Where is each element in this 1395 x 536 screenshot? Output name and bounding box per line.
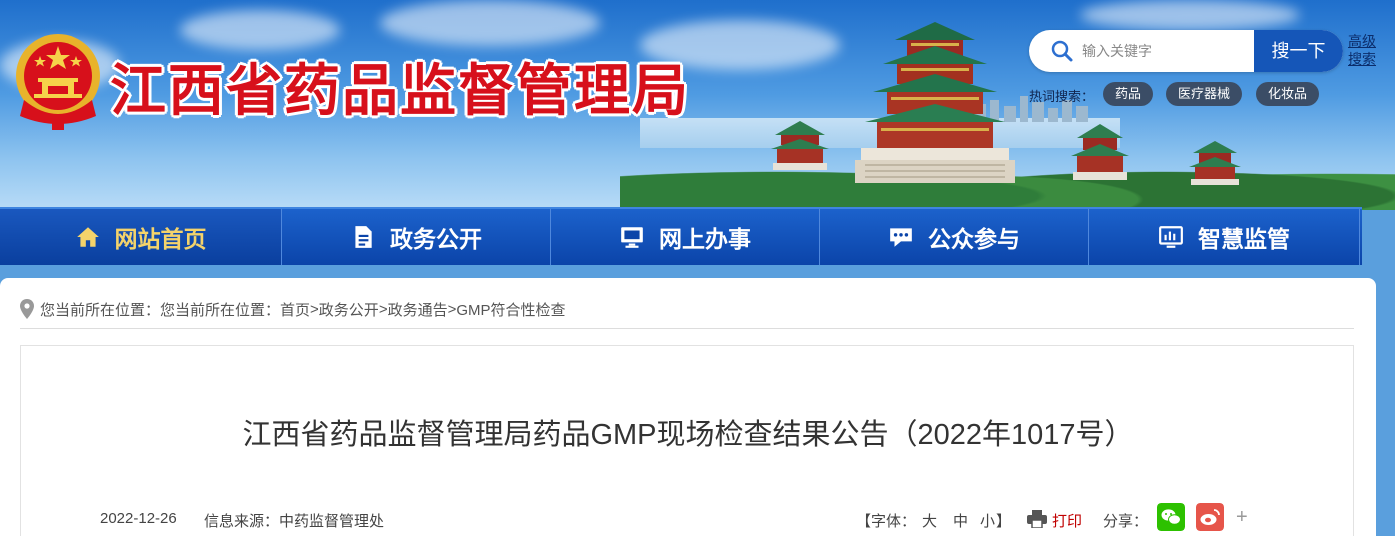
hot-tag-cosmetics[interactable]: 化妆品 <box>1256 82 1320 106</box>
nav-item-public-participation[interactable]: 公众参与 <box>820 209 1089 265</box>
pavilion-decoration <box>1189 141 1241 185</box>
location-pin-icon <box>20 299 34 319</box>
breadcrumb-gmp-inspection[interactable]: GMP符合性检查 <box>456 299 565 320</box>
font-size-label-open: 【字体： <box>856 513 917 530</box>
font-size-medium-button[interactable]: 中 <box>953 510 968 531</box>
nav-item-smart-supervision[interactable]: 智慧监管 <box>1089 209 1360 265</box>
breadcrumb: 您当前所在位置：您当前所在位置： 首页 > 政务公开 > 政务通告 > GMP符… <box>20 297 566 321</box>
nav-item-label: 公众参与 <box>928 226 1020 252</box>
nav-item-label: 网上办事 <box>659 226 751 252</box>
main-nav: 网站首页 政务公开 网上办事 公众参与 智慧监管 <box>0 207 1362 265</box>
search-input[interactable] <box>1082 36 1252 66</box>
nav-item-label: 网站首页 <box>114 226 207 252</box>
breadcrumb-separator: > <box>378 300 388 318</box>
hot-search-label: 热词搜索： <box>1029 89 1095 104</box>
font-size-large-button[interactable]: 大 <box>922 510 937 531</box>
dashboard-icon <box>1159 226 1183 248</box>
search-icon <box>1051 40 1073 62</box>
pavilion-decoration <box>771 121 829 170</box>
nav-item-government-affairs[interactable]: 政务公开 <box>282 209 551 265</box>
search-button[interactable]: 搜一下 <box>1254 30 1343 72</box>
breadcrumb-prefix: 您当前所在位置：您当前所在位置： <box>40 301 281 319</box>
hot-tag-medical-devices[interactable]: 医疗器械 <box>1166 82 1243 106</box>
nav-item-label: 智慧监管 <box>1198 226 1290 252</box>
article-date: 2022-12-26 <box>100 510 177 527</box>
tengwang-pavilion-illustration <box>855 22 1015 183</box>
printer-icon[interactable] <box>1027 510 1047 528</box>
share-more-button[interactable]: + <box>1236 506 1248 529</box>
breadcrumb-home[interactable]: 首页 <box>280 299 310 320</box>
nav-item-label: 政务公开 <box>390 226 482 252</box>
site-title: 江西省药品监督管理局 <box>110 58 690 124</box>
breadcrumb-government-affairs[interactable]: 政务公开 <box>319 299 379 320</box>
document-icon <box>355 226 372 248</box>
print-button[interactable]: 打印 <box>1052 510 1082 531</box>
breadcrumb-separator: > <box>310 300 319 318</box>
advanced-search-link[interactable]: 高级搜索 <box>1348 32 1378 68</box>
nav-item-online-services[interactable]: 网上办事 <box>551 209 820 265</box>
article-source: 信息来源：中药监督管理处 <box>204 513 385 530</box>
chat-icon <box>890 228 912 247</box>
cloud-decoration <box>180 10 340 50</box>
hot-tag-drugs[interactable]: 药品 <box>1103 82 1154 106</box>
cloud-decoration <box>380 0 600 46</box>
home-icon <box>76 227 99 247</box>
font-size-small-button[interactable]: 小 <box>980 510 995 531</box>
article-title: 江西省药品监督管理局药品GMP现场检查结果公告（2022年1017号） <box>242 419 1134 451</box>
weibo-share-icon[interactable] <box>1196 503 1224 531</box>
font-size-label-close: 】 <box>996 513 1012 530</box>
wechat-share-icon[interactable] <box>1157 503 1185 531</box>
breadcrumb-notices[interactable]: 政务通告 <box>388 299 448 320</box>
national-emblem-icon <box>16 34 100 130</box>
monitor-icon <box>621 227 643 248</box>
share-label: 分享： <box>1103 513 1149 530</box>
cloud-decoration <box>1080 0 1300 30</box>
nav-item-home[interactable]: 网站首页 <box>0 209 282 265</box>
breadcrumb-divider <box>20 328 1354 329</box>
breadcrumb-separator: > <box>447 300 457 318</box>
pavilion-decoration <box>1071 124 1129 180</box>
